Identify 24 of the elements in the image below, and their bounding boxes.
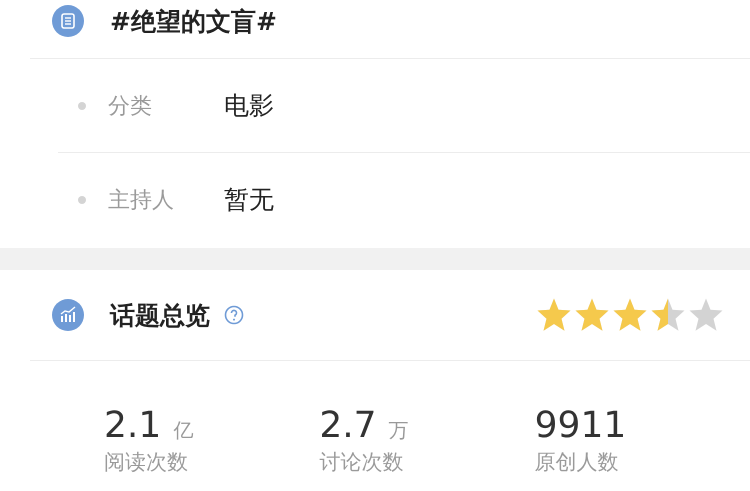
info-label: 主持人 <box>108 186 175 214</box>
section-title: 话题总览 <box>110 300 210 332</box>
stat-label: 阅读次数 <box>104 449 189 476</box>
stat-number: 2.1 <box>104 405 162 446</box>
help-icon[interactable] <box>224 305 244 325</box>
info-label: 分类 <box>108 92 153 120</box>
star-icon <box>536 297 572 333</box>
info-value: 电影 <box>224 90 274 122</box>
stat-number: 9911 <box>534 405 626 446</box>
stat-label: 讨论次数 <box>319 449 404 476</box>
bullet-icon <box>78 102 86 110</box>
stat-unit: 万 <box>388 417 409 444</box>
topic-title: #绝望的文盲# <box>110 6 277 38</box>
info-value: 暂无 <box>224 184 274 216</box>
star-icon <box>574 297 610 333</box>
star-icon <box>612 297 648 333</box>
star-icon <box>650 297 686 333</box>
list-icon <box>52 5 84 37</box>
stat-unit: 亿 <box>173 417 194 444</box>
chart-icon <box>52 299 84 331</box>
stat-label: 原创人数 <box>534 449 620 476</box>
stat-number: 2.7 <box>319 405 377 446</box>
star-icon <box>688 297 724 333</box>
bullet-icon <box>78 196 86 204</box>
